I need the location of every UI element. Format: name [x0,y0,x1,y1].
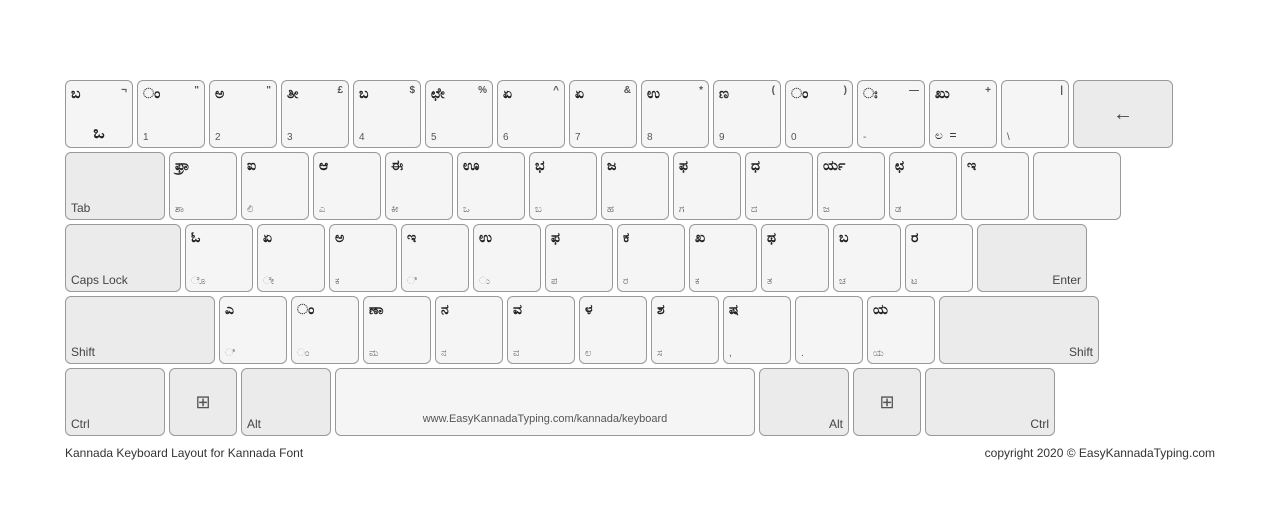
key-g[interactable]: ಉ ು [473,224,541,292]
key-f[interactable]: ಇ ಿ [401,224,469,292]
shift-right-key[interactable]: Shift [939,296,1099,364]
key-j[interactable]: ಕ ರ [617,224,685,292]
alt-left-key[interactable]: Alt [241,368,331,436]
key-o[interactable]: ಧ ದ [745,152,813,220]
row-numbers: ಬ¬ ಒ ಂ" 1 ಅ" 2 ತೀ£ 3 ಬ$ 4 ಛೇ% 5 ಏ^ 6 ಏ& [65,80,1215,148]
key-bracket-left[interactable]: ಛ ಡ [889,152,957,220]
keyboard: ಬ¬ ಒ ಂ" 1 ಅ" 2 ತೀ£ 3 ಬ$ 4 ಛೇ% 5 ಏ^ 6 ಏ& [65,60,1215,470]
key-z[interactable]: ಎ ಿ [219,296,287,364]
key-6[interactable]: ಏ^ 6 [497,80,565,148]
key-e[interactable]: ಆ ಎ [313,152,381,220]
key-n[interactable]: ಳ ಲ [579,296,647,364]
enter-key[interactable]: Enter [977,224,1087,292]
space-bar-label: www.EasyKannadaTyping.com/kannada/keyboa… [341,413,749,431]
key-d[interactable]: ಅ ಕ [329,224,397,292]
key-y[interactable]: ಭ ಬ [529,152,597,220]
key-semicolon[interactable]: ಬ ಚ [833,224,901,292]
key-backslash[interactable]: | \ [1001,80,1069,148]
ctrl-right-key[interactable]: Ctrl [925,368,1055,436]
key-c[interactable]: ಣಾ ಮ [363,296,431,364]
key-q[interactable]: ಫ್ರಾ ಶಾ [169,152,237,220]
footer: Kannada Keyboard Layout for Kannada Font… [65,446,1215,460]
windows-icon-right: ⊞ [879,392,894,413]
caps-lock-key[interactable]: Caps Lock [65,224,181,292]
key-a[interactable]: ಓ ೊ [185,224,253,292]
key-s[interactable]: ಏ ೇ [257,224,325,292]
key-quote[interactable]: ರ ಟ [905,224,973,292]
ctrl-left-key[interactable]: Ctrl [65,368,165,436]
key-v[interactable]: ನ ನ [435,296,503,364]
key-bracket-right[interactable]: ಇ [961,152,1029,220]
key-k[interactable]: ಖ ಕ [689,224,757,292]
key-5[interactable]: ಛೇ% 5 [425,80,493,148]
key-h[interactable]: ಫ ಪ [545,224,613,292]
tab-key[interactable]: Tab [65,152,165,220]
windows-icon: ⊞ [195,392,210,413]
key-l[interactable]: ಥ ತ [761,224,829,292]
key-1[interactable]: ಂ" 1 [137,80,205,148]
key-equals[interactable]: ಖು+ ಲ = [929,80,997,148]
key-comma[interactable]: ಷ , [723,296,791,364]
key-p[interactable]: ರ್ಯ ಜ [817,152,885,220]
alt-right-key[interactable]: Alt [759,368,849,436]
row-qwerty: Tab ಫ್ರಾ ಶಾ ಐ ಲಿ ಆ ಎ ಈ ಕೀ ಊ ಒ ಭ ಬ ಜ ಹ [65,152,1215,220]
win-left-key[interactable]: ⊞ [169,368,237,436]
space-key[interactable]: www.EasyKannadaTyping.com/kannada/keyboa… [335,368,755,436]
backspace-key[interactable]: ← [1073,80,1173,148]
key-slash[interactable]: ಯ ಯ [867,296,935,364]
key-b[interactable]: ವ ವ [507,296,575,364]
key-t[interactable]: ಊ ಒ [457,152,525,220]
key-backslash2[interactable] [1033,152,1121,220]
key-0[interactable]: ಂ) 0 [785,80,853,148]
key-period[interactable]: . [795,296,863,364]
backspace-arrow-icon: ← [1113,103,1133,126]
key-8[interactable]: ಉ* 8 [641,80,709,148]
key-backtick[interactable]: ಬ¬ ಒ [65,80,133,148]
row-zxcv: Shift ಎ ಿ ಂ ಂ ಣಾ ಮ ನ ನ ವ ವ ಳ ಲ ಶ ಸ [65,296,1215,364]
key-w[interactable]: ಐ ಲಿ [241,152,309,220]
key-7[interactable]: ಏ& 7 [569,80,637,148]
key-2[interactable]: ಅ" 2 [209,80,277,148]
footer-right-text: copyright 2020 © EasyKannadaTyping.com [985,446,1215,460]
key-3[interactable]: ತೀ£ 3 [281,80,349,148]
key-m[interactable]: ಶ ಸ [651,296,719,364]
key-minus[interactable]: ಃ— - [857,80,925,148]
row-asdf: Caps Lock ಓ ೊ ಏ ೇ ಅ ಕ ಇ ಿ ಉ ು ಫ ಪ ಕ ರ [65,224,1215,292]
key-r[interactable]: ಈ ಕೀ [385,152,453,220]
key-4[interactable]: ಬ$ 4 [353,80,421,148]
key-x[interactable]: ಂ ಂ [291,296,359,364]
shift-left-key[interactable]: Shift [65,296,215,364]
win-right-key[interactable]: ⊞ [853,368,921,436]
key-9[interactable]: ಣ( 9 [713,80,781,148]
footer-left-text: Kannada Keyboard Layout for Kannada Font [65,446,303,460]
key-u[interactable]: ಜ ಹ [601,152,669,220]
key-i[interactable]: ಫ ಗ [673,152,741,220]
row-bottom: Ctrl ⊞ Alt www.EasyKannadaTyping.com/kan… [65,368,1215,436]
